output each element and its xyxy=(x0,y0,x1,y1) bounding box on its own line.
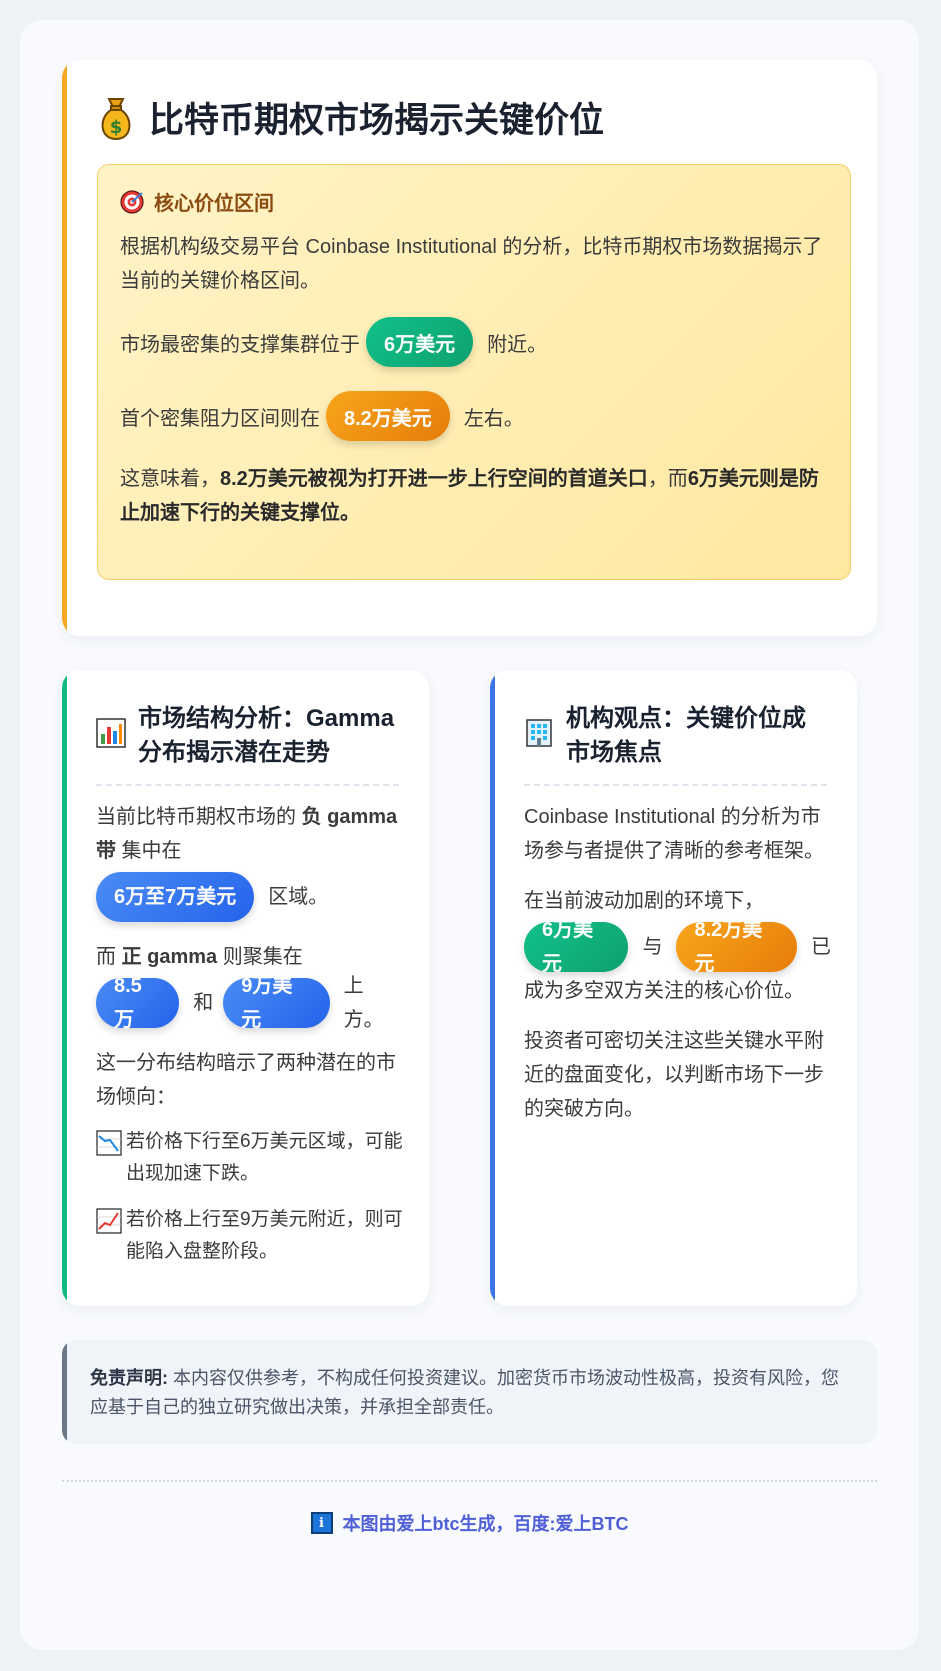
core-summary: 这意味着，8.2万美元被视为打开进一步上行空间的首道关口，而6万美元则是防止加速… xyxy=(120,462,828,530)
resistance-prefix: 首个密集阻力区间则在 xyxy=(120,407,320,430)
gamma-analysis-card: 市场结构分析：Gamma 分布揭示潜在走势 当前比特币期权市场的 负 gamma… xyxy=(62,670,429,1306)
text: 在当前波动加剧的环境下， xyxy=(524,890,764,912)
key-levels-row: 6万美元 与 8.2万美元 已 xyxy=(524,919,831,975)
office-building-icon xyxy=(526,719,552,747)
summary-part-b: 8.2万美元被视为打开进一步上行空间的首道关口 xyxy=(220,468,648,490)
page: $ 比特币期权市场揭示关键价位 核心价位区间 根据机构级交易平台 Coinbas… xyxy=(20,20,919,1650)
core-heading: 核心价位区间 xyxy=(120,187,828,216)
text: 区域。 xyxy=(268,886,329,908)
page-title: $ 比特币期权市场揭示关键价位 xyxy=(97,92,847,143)
text: 已 xyxy=(811,936,831,958)
money-bag-icon: $ xyxy=(97,95,135,141)
text: 和 xyxy=(193,992,214,1014)
main-title-text: 比特币期权市场揭示关键价位 xyxy=(149,101,605,140)
institution-para-2: 在当前波动加剧的环境下， 6万美元 与 8.2万美元 已 成为多空双方关注的核心… xyxy=(524,884,831,1008)
divider xyxy=(524,784,827,786)
gamma-para-3: 这一分布结构暗示了两种潜在的市场倾向： xyxy=(96,1052,396,1108)
gamma-card-body: 当前比特币期权市场的 负 gamma 带 集中在 6万至7万美元 区域。 而 正… xyxy=(96,800,403,1282)
text: 而 xyxy=(96,946,122,968)
text: 集中在 xyxy=(116,840,182,862)
summary-part-a: 这意味着， xyxy=(120,468,220,490)
positive-gamma-row: 8.5万 和 9万美元 上方。 xyxy=(96,975,403,1031)
summary-part-c: ，而 xyxy=(647,468,688,490)
resistance-level-pill: 8.2万美元 xyxy=(676,919,797,975)
list-item: 若价格上行至9万美元附近，则可能陷入盘整阶段。 xyxy=(96,1204,403,1268)
resistance-suffix: 左右。 xyxy=(463,407,524,430)
positive-gamma-pill-2: 9万美元 xyxy=(223,975,330,1031)
gamma-para-2: 而 正 gamma 则聚集在 8.5万 和 9万美元 上方。 xyxy=(96,940,403,1031)
target-icon xyxy=(120,189,144,214)
text: 成为多空双方关注的核心价位。 xyxy=(524,980,804,1002)
footer: i 本图由爱上btc生成，百度:爱上BTC xyxy=(20,1510,919,1536)
institution-card-header: 机构观点：关键价位成市场焦点 xyxy=(524,702,827,770)
disclaimer-label: 免责声明: xyxy=(90,1368,168,1388)
bar-chart-icon xyxy=(96,718,126,748)
gamma-para-1: 当前比特币期权市场的 负 gamma 带 集中在 6万至7万美元 区域。 xyxy=(96,800,403,924)
institution-view-card: 机构观点：关键价位成市场焦点 Coinbase Institutional 的分… xyxy=(490,670,857,1306)
footer-text: 本图由爱上btc生成，百度:爱上BTC xyxy=(342,1514,629,1534)
institution-card-body: Coinbase Institutional 的分析为市场参与者提供了清晰的参考… xyxy=(524,800,831,1142)
svg-text:$: $ xyxy=(110,117,123,138)
support-suffix: 附近。 xyxy=(487,333,548,356)
chart-down-icon xyxy=(96,1130,122,1156)
text: 则聚集在 xyxy=(217,946,303,968)
gamma-card-title: 市场结构分析：Gamma 分布揭示潜在走势 xyxy=(138,705,395,766)
text: 当前比特币期权市场的 xyxy=(96,806,302,828)
support-prefix: 市场最密集的支撑集群位于 xyxy=(120,333,360,356)
resistance-row: 首个密集阻力区间则在 8.2万美元 左右。 xyxy=(120,390,828,442)
disclaimer-box: 免责声明: 本内容仅供参考，不构成任何投资建议。加密货币市场波动性极高，投资有风… xyxy=(62,1340,877,1444)
positive-gamma-pill-1: 8.5万 xyxy=(96,975,180,1031)
text: 上方。 xyxy=(343,975,384,1031)
list-item-text: 若价格上行至9万美元附近，则可能陷入盘整阶段。 xyxy=(126,1209,403,1262)
positive-gamma-label: 正 gamma xyxy=(121,946,218,968)
negative-gamma-range-pill: 6万至7万美元 xyxy=(96,872,255,922)
support-price-pill: 6万美元 xyxy=(366,317,474,367)
disclaimer-body: 本内容仅供参考，不构成任何投资建议。加密货币市场波动性极高，投资有风险，您应基于… xyxy=(90,1368,839,1417)
institution-para-1: Coinbase Institutional 的分析为市场参与者提供了清晰的参考… xyxy=(524,806,824,862)
text: 与 xyxy=(642,936,663,958)
footer-divider xyxy=(62,1480,877,1482)
support-row: 市场最密集的支撑集群位于 6万美元 附近。 xyxy=(120,316,828,368)
disclaimer-text: 免责声明: 本内容仅供参考，不构成任何投资建议。加密货币市场波动性极高，投资有风… xyxy=(90,1364,855,1422)
core-price-box: 核心价位区间 根据机构级交易平台 Coinbase Institutional … xyxy=(97,164,851,580)
list-item-text: 若价格下行至6万美元区域，可能出现加速下跌。 xyxy=(126,1131,403,1184)
chart-up-icon xyxy=(96,1208,122,1234)
resistance-price-pill: 8.2万美元 xyxy=(326,391,450,441)
gamma-card-header: 市场结构分析：Gamma 分布揭示潜在走势 xyxy=(96,702,399,770)
negative-gamma-row: 6万至7万美元 区域。 xyxy=(96,870,403,924)
support-level-pill: 6万美元 xyxy=(524,919,629,975)
main-card: $ 比特币期权市场揭示关键价位 核心价位区间 根据机构级交易平台 Coinbas… xyxy=(62,60,877,636)
core-intro: 根据机构级交易平台 Coinbase Institutional 的分析，比特币… xyxy=(120,236,823,292)
core-heading-text: 核心价位区间 xyxy=(154,193,274,215)
institution-card-title: 机构观点：关键价位成市场焦点 xyxy=(566,705,806,766)
institution-para-3: 投资者可密切关注这些关键水平附近的盘面变化，以判断市场下一步的突破方向。 xyxy=(524,1030,824,1120)
info-icon: i xyxy=(310,1512,333,1534)
list-item: 若价格下行至6万美元区域，可能出现加速下跌。 xyxy=(96,1126,403,1190)
divider xyxy=(96,784,399,786)
